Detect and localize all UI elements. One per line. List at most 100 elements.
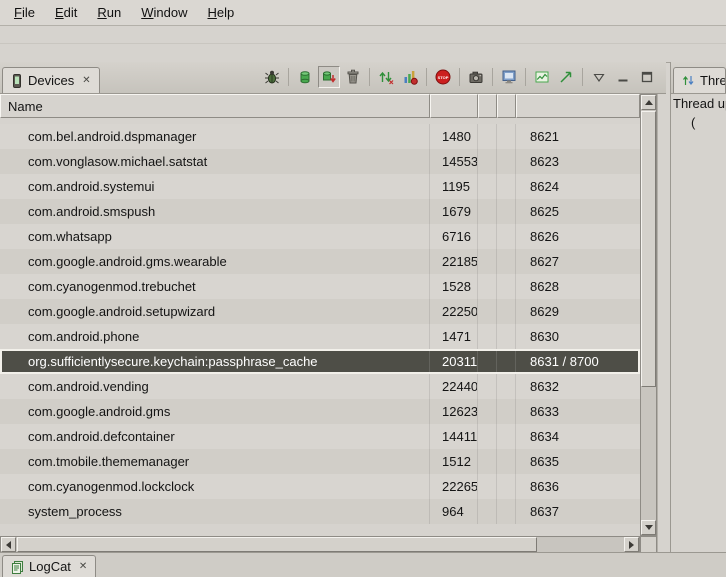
process-pid: 14553 — [430, 149, 478, 174]
table-row[interactable]: com.tmobile.thememanager 1512 8635 — [0, 449, 640, 474]
table-row[interactable]: com.android.vending 22440 8632 — [0, 374, 640, 399]
table-row[interactable]: com.cyanogenmod.lockclock 22265 8636 — [0, 474, 640, 499]
empty-cell — [478, 449, 497, 474]
tab-devices-label: Devices — [28, 73, 74, 88]
process-port: 8631 / 8700 — [516, 349, 640, 374]
process-pid: 22250 — [430, 299, 478, 324]
empty-cell — [497, 349, 516, 374]
empty-cell — [478, 299, 497, 324]
menu-run[interactable]: Run — [87, 1, 131, 24]
process-port: 8627 — [516, 249, 640, 274]
empty-cell — [478, 274, 497, 299]
empty-cell — [478, 224, 497, 249]
logcat-bar: LogCat ✕ — [0, 552, 726, 577]
table-row[interactable]: com.google.android.gms 12623 8633 — [0, 399, 640, 424]
process-name: com.android.smspush — [0, 199, 430, 224]
process-name: com.android.defcontainer — [0, 424, 430, 449]
process-pid: 22185 — [430, 249, 478, 274]
process-name: com.vonglasow.michael.satstat — [0, 149, 430, 174]
table-row[interactable]: com.google.android.gms.wearable 22185 86… — [0, 249, 640, 274]
empty-cell — [497, 249, 516, 274]
empty-cell — [497, 499, 516, 524]
cause-gc-icon[interactable] — [342, 66, 364, 88]
empty-cell — [478, 324, 497, 349]
tab-devices[interactable]: Devices ✕ — [2, 67, 100, 93]
process-name: com.android.phone — [0, 324, 430, 349]
menu-edit[interactable]: Edit — [45, 1, 87, 24]
menu-file[interactable]: File — [4, 1, 45, 24]
table-row[interactable]: com.android.smspush 1679 8625 — [0, 199, 640, 224]
toolbar-separator — [369, 68, 370, 86]
update-threads-icon[interactable] — [375, 66, 397, 88]
scrollbar-corner — [640, 536, 657, 553]
device-table-header: Name — [0, 94, 640, 118]
menu-help[interactable]: Help — [197, 1, 244, 24]
table-row[interactable]: com.vonglasow.michael.satstat 14553 8623 — [0, 149, 640, 174]
table-row[interactable]: com.bel.android.dspmanager 1480 8621 — [0, 124, 640, 149]
process-pid: 1195 — [430, 174, 478, 199]
screen-capture-icon[interactable] — [465, 66, 487, 88]
vertical-scrollbar-thumb[interactable] — [641, 111, 656, 387]
empty-cell — [497, 399, 516, 424]
empty-cell — [478, 499, 497, 524]
process-port: 8629 — [516, 299, 640, 324]
column-header-pid — [430, 94, 478, 118]
empty-cell — [478, 124, 497, 149]
scroll-right-icon[interactable] — [624, 537, 639, 552]
process-port: 8621 — [516, 124, 640, 149]
logcat-tab-icon — [11, 560, 24, 574]
process-pid: 1679 — [430, 199, 478, 224]
process-name: com.android.vending — [0, 374, 430, 399]
column-header-empty — [478, 94, 497, 118]
table-row[interactable]: com.whatsapp 6716 8626 — [0, 224, 640, 249]
method-profiling-icon[interactable] — [399, 66, 421, 88]
close-icon[interactable]: ✕ — [82, 75, 90, 86]
column-header-empty — [497, 94, 516, 118]
view-hierarchy-icon[interactable] — [498, 66, 520, 88]
process-port: 8633 — [516, 399, 640, 424]
vertical-scrollbar[interactable] — [640, 94, 657, 536]
svg-text:STOP: STOP — [438, 75, 449, 80]
table-row[interactable]: com.android.defcontainer 14411 8634 — [0, 424, 640, 449]
menu-window[interactable]: Window — [131, 1, 197, 24]
process-pid: 1528 — [430, 274, 478, 299]
table-row[interactable]: com.cyanogenmod.trebuchet 1528 8628 — [0, 274, 640, 299]
tab-logcat[interactable]: LogCat ✕ — [2, 555, 96, 577]
empty-cell — [497, 149, 516, 174]
scroll-down-icon[interactable] — [641, 520, 656, 535]
opengl-trace-icon[interactable] — [555, 66, 577, 88]
table-row[interactable]: com.android.systemui 1195 8624 — [0, 174, 640, 199]
scroll-left-icon[interactable] — [1, 537, 16, 552]
dump-hprof-icon[interactable] — [318, 66, 340, 88]
table-row[interactable]: org.sufficientlysecure.keychain:passphra… — [0, 349, 640, 374]
process-name: com.google.android.gms.wearable — [0, 249, 430, 274]
devices-tabbar: Devices ✕ — [0, 62, 666, 94]
empty-cell — [497, 174, 516, 199]
toolbar-separator — [459, 68, 460, 86]
table-row[interactable]: system_process 964 8637 — [0, 499, 640, 524]
tab-threads[interactable]: Threads — [673, 67, 726, 93]
horizontal-scrollbar-thumb[interactable] — [17, 537, 537, 552]
stop-process-icon[interactable]: STOP — [432, 66, 454, 88]
devices-toolbar: STOP — [261, 66, 658, 88]
column-header-name[interactable]: Name — [0, 94, 430, 118]
process-name: com.google.android.setupwizard — [0, 299, 430, 324]
update-heap-icon[interactable] — [294, 66, 316, 88]
process-port: 8630 — [516, 324, 640, 349]
systrace-icon[interactable] — [531, 66, 553, 88]
debug-process-icon[interactable] — [261, 66, 283, 88]
empty-cell — [497, 424, 516, 449]
view-menu-icon[interactable] — [588, 66, 610, 88]
scroll-up-icon[interactable] — [641, 95, 656, 110]
horizontal-scrollbar[interactable] — [0, 536, 640, 553]
process-name: com.android.systemui — [0, 174, 430, 199]
empty-cell — [478, 174, 497, 199]
maximize-icon[interactable] — [636, 66, 658, 88]
process-pid: 964 — [430, 499, 478, 524]
toolbar-separator — [288, 68, 289, 86]
close-icon[interactable]: ✕ — [79, 561, 87, 572]
process-port: 8628 — [516, 274, 640, 299]
minimize-icon[interactable] — [612, 66, 634, 88]
table-row[interactable]: com.android.phone 1471 8630 — [0, 324, 640, 349]
table-row[interactable]: com.google.android.setupwizard 22250 862… — [0, 299, 640, 324]
